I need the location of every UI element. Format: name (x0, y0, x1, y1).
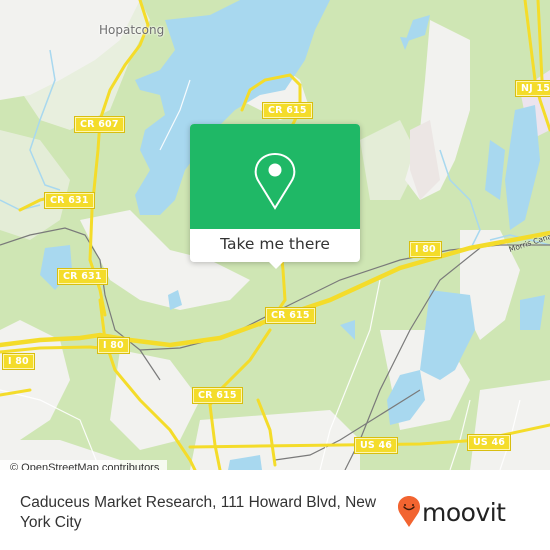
road-label-i80-right: I 80 (409, 241, 442, 258)
footer: Caduceus Market Research, 111 Howard Blv… (0, 490, 550, 550)
popup-header[interactable] (190, 124, 360, 229)
road-label-cr631-a: CR 631 (44, 192, 95, 209)
road-label-cr615-mid: CR 615 (265, 307, 316, 324)
map-attribution[interactable]: © OpenStreetMap contributors (0, 460, 168, 470)
map[interactable]: Hopatcong CR 607 CR 615 NJ 15 CR 631 CR … (0, 0, 550, 470)
road-label-i80-left: I 80 (2, 353, 35, 370)
map-pin-icon (254, 152, 296, 210)
road-label-i80-mid: I 80 (97, 337, 130, 354)
road-label-nj15: NJ 15 (514, 80, 550, 97)
road-label-cr607: CR 607 (74, 116, 125, 133)
road-label-us46-b: US 46 (466, 434, 512, 451)
take-me-there-popup[interactable]: Take me there (190, 124, 360, 269)
popup-pointer (268, 261, 284, 269)
road-label-cr615-bottom: CR 615 (192, 387, 243, 404)
place-label-hopatcong: Hopatcong (99, 23, 165, 37)
take-me-there-button[interactable]: Take me there (190, 229, 360, 262)
road-label-cr631-b: CR 631 (57, 268, 108, 285)
road-label-cr615-top: CR 615 (262, 102, 313, 119)
moovit-smile-pin-icon (398, 496, 420, 527)
location-address: Caduceus Market Research, 111 Howard Blv… (20, 494, 377, 531)
moovit-wordmark: moovit (422, 497, 506, 527)
attribution-text[interactable]: © OpenStreetMap contributors (10, 462, 159, 470)
road-label-us46-a: US 46 (353, 437, 399, 454)
moovit-logo[interactable]: moovit (398, 496, 506, 528)
